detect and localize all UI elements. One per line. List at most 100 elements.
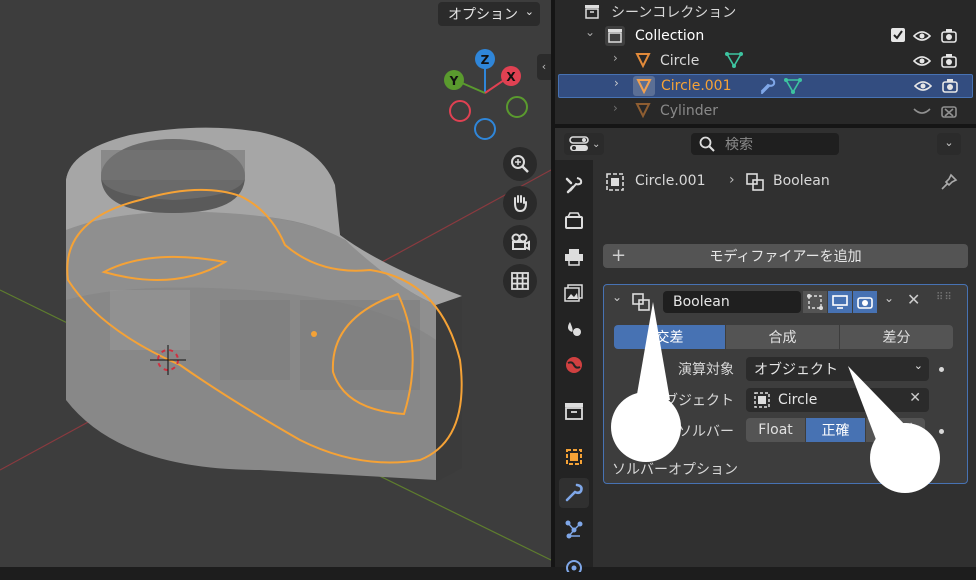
tab-output[interactable]	[559, 242, 589, 272]
particles-icon	[565, 520, 583, 539]
physics-icon	[566, 560, 582, 572]
svg-text:X: X	[506, 70, 516, 84]
chevron-right-icon[interactable]: ›	[614, 76, 619, 90]
breadcrumb-modifier: Boolean	[773, 173, 830, 189]
monitor-icon	[832, 295, 848, 309]
tool-icon	[565, 177, 583, 194]
scene-icon	[568, 322, 581, 336]
viewport-toggle[interactable]	[828, 291, 852, 313]
options-label: オプション	[448, 7, 518, 23]
camera-render-icon[interactable]	[942, 79, 958, 93]
modifier-visibility-toggles	[803, 291, 878, 313]
printer-icon	[565, 249, 583, 266]
editor-type-dropdown[interactable]: ⌄	[564, 133, 604, 155]
camera-disabled-icon[interactable]	[941, 104, 957, 118]
tab-collection[interactable]	[559, 396, 589, 426]
collection-box-icon	[605, 26, 625, 46]
chevron-down-icon[interactable]: ⌄	[585, 25, 595, 39]
search-placeholder: 検索	[725, 137, 753, 153]
mesh-object-icon	[635, 53, 651, 68]
search-input[interactable]: 検索	[691, 133, 839, 155]
3d-viewport[interactable]: Z Y X オプション ⌄ ‹	[0, 0, 551, 567]
tab-view-layer[interactable]	[559, 278, 589, 308]
svg-text:Z: Z	[481, 53, 490, 67]
camera-render-icon[interactable]	[941, 54, 957, 68]
eye-icon[interactable]	[913, 30, 931, 42]
plus-icon: +	[611, 245, 627, 266]
wrench-icon	[565, 483, 583, 502]
chevron-down-icon[interactable]: ⌄	[884, 291, 894, 305]
outliner-item-label: Circle.001	[661, 78, 732, 94]
hand-icon	[514, 195, 527, 213]
chevron-down-icon: ⌄	[524, 5, 534, 18]
chevron-right-icon[interactable]: ›	[613, 101, 618, 115]
search-icon	[699, 136, 715, 152]
options-dropdown[interactable]: オプション ⌄	[438, 2, 540, 26]
chevron-down-icon: ⌄	[944, 136, 954, 149]
drag-handle-icon[interactable]: ⠿⠿	[936, 292, 953, 303]
pan-button[interactable]	[503, 186, 537, 220]
eye-icon[interactable]	[913, 55, 931, 67]
ortho-toggle-button[interactable]	[503, 264, 537, 298]
scene-render: Z Y X	[0, 49, 551, 561]
eye-closed-icon[interactable]	[913, 107, 931, 117]
render-icon	[565, 212, 583, 229]
outliner-item-circle[interactable]: › Circle	[555, 49, 976, 73]
operation-union[interactable]: 合成	[726, 325, 839, 349]
properties-header: ⌄ 検索 ⌄	[555, 128, 976, 160]
zoom-icon	[511, 155, 529, 173]
camera-icon	[511, 233, 530, 251]
operation-difference[interactable]: 差分	[840, 325, 953, 349]
operand-type-value: オブジェクト	[754, 362, 838, 378]
outliner-item-label: Cylinder	[660, 103, 718, 119]
touch-indicator-left	[611, 302, 681, 462]
pin-icon[interactable]	[940, 173, 958, 191]
render-toggle[interactable]	[853, 291, 877, 313]
camera-render-icon	[857, 297, 873, 309]
touch-indicator-right	[848, 366, 940, 493]
properties-tabs	[555, 160, 593, 572]
options-dropdown[interactable]: ⌄	[937, 133, 961, 155]
tab-render[interactable]	[559, 206, 589, 236]
tab-physics[interactable]	[559, 550, 589, 580]
collection-label: Collection	[635, 28, 705, 44]
collection-row[interactable]: ⌄ Collection	[555, 24, 976, 48]
close-icon[interactable]: ✕	[907, 290, 920, 309]
sidebar-toggle[interactable]: ‹	[537, 54, 551, 80]
object-icon	[566, 449, 582, 465]
wrench-icon	[761, 78, 776, 94]
scene-collection-row[interactable]: シーンコレクション	[555, 0, 976, 24]
object-icon	[606, 173, 624, 191]
tab-modifiers[interactable]	[559, 478, 589, 508]
breadcrumb-object: Circle.001	[635, 173, 706, 189]
camera-view-button[interactable]	[503, 225, 537, 259]
chevron-down-icon: ⌄	[592, 138, 601, 150]
svg-text:Y: Y	[449, 74, 459, 88]
mesh-data-icon	[784, 78, 802, 94]
image-icon	[564, 284, 583, 302]
outliner-item-circle-001[interactable]: › Circle.001	[558, 74, 973, 98]
outliner: シーンコレクション ⌄ Collection › Circle › Circle…	[555, 0, 976, 124]
tab-world[interactable]	[559, 350, 589, 380]
boolean-modifier-icon	[746, 173, 764, 191]
outliner-item-cylinder[interactable]: › Cylinder	[555, 99, 976, 123]
scene-collection-label: シーンコレクション	[611, 5, 737, 21]
chevron-right-icon[interactable]: ›	[613, 51, 618, 65]
grid-icon	[511, 272, 529, 290]
navigation-gizmo: Z Y X	[444, 49, 528, 140]
world-icon	[566, 357, 582, 373]
solver-float[interactable]: Float	[746, 418, 805, 442]
chevron-right-icon: ›	[729, 172, 735, 188]
tab-scene[interactable]	[559, 314, 589, 344]
add-modifier-button[interactable]: + モディファイアーを追加	[603, 244, 968, 268]
edit-mode-icon	[807, 294, 823, 310]
tab-object[interactable]	[559, 442, 589, 472]
edit-mode-toggle[interactable]	[803, 291, 827, 313]
tab-tool[interactable]	[559, 170, 589, 200]
zoom-button[interactable]	[503, 147, 537, 181]
properties-editor-icon	[569, 136, 589, 151]
tab-particles[interactable]	[559, 514, 589, 544]
checkbox-icon[interactable]	[891, 28, 905, 42]
camera-render-icon[interactable]	[941, 29, 957, 43]
eye-icon[interactable]	[914, 80, 932, 92]
